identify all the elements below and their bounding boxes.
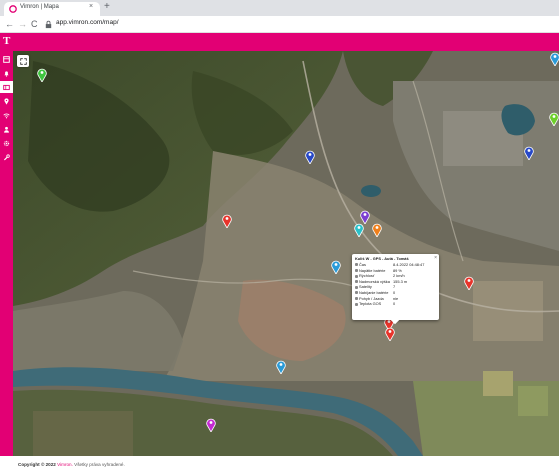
map-marker-pin[interactable]: [305, 150, 315, 164]
map-marker-pin[interactable]: [524, 146, 534, 160]
company-link[interactable]: Vimron.: [57, 462, 73, 467]
back-button[interactable]: ←: [5, 18, 14, 30]
map-marker-pin[interactable]: [550, 52, 559, 66]
vimron-favicon-icon: [9, 5, 17, 13]
wrench-icon: [4, 153, 10, 160]
bell-icon: [4, 70, 9, 77]
temperature-icon: [355, 302, 358, 306]
fullscreen-button[interactable]: [17, 55, 29, 67]
map-marker-pin[interactable]: [549, 112, 559, 126]
address-bar[interactable]: app.vimron.com/map/: [56, 19, 119, 26]
popup-row: Teplota GOS 0: [355, 301, 436, 307]
satellite-icon: [355, 285, 358, 289]
tab-close-icon[interactable]: ×: [89, 3, 93, 10]
popup-row-value: 0: [393, 301, 396, 307]
sidebar-item-tools[interactable]: [0, 151, 13, 163]
popup-row-label: Nadmorská výška: [359, 278, 390, 284]
map-marker-pin[interactable]: [360, 210, 370, 224]
sidebar-item-alerts[interactable]: [0, 67, 13, 79]
charging-icon: [355, 291, 358, 295]
sidebar-item-settings[interactable]: [0, 137, 13, 149]
device-info-popup: × Kuliš W - GPS - Autá - Tomáš Čas 8.4.20…: [352, 254, 439, 325]
browser-tab[interactable]: Vimron | Mapa ×: [4, 2, 100, 16]
map-marker-pin[interactable]: [372, 223, 382, 237]
sidebar-item-users[interactable]: [0, 123, 13, 135]
browser-tab-title: Vimron | Mapa: [20, 4, 59, 10]
person-icon: [4, 126, 9, 133]
map-marker-pin[interactable]: [385, 327, 395, 341]
telekom-logo[interactable]: T: [3, 35, 10, 47]
app-header: T: [0, 33, 559, 51]
copyright-text: Copyright © 2022: [18, 462, 56, 467]
map-icon: [3, 84, 10, 90]
battery-icon: [355, 269, 358, 273]
popup-row-label: Čas: [359, 262, 366, 267]
popup-row-label: Rýchlosť: [359, 273, 375, 279]
clock-icon: [355, 263, 358, 267]
map-marker-pin[interactable]: [206, 418, 216, 432]
satellite-map[interactable]: × Kuliš W - GPS - Autá - Tomáš Čas 8.4.20…: [13, 51, 559, 456]
sidebar-item-dashboard[interactable]: [0, 53, 13, 65]
motion-icon: [355, 297, 358, 301]
map-marker-pin[interactable]: [354, 223, 364, 237]
dashboard-icon: [3, 55, 10, 63]
sidebar-item-map[interactable]: [0, 81, 13, 93]
popup-close-icon[interactable]: ×: [434, 255, 437, 261]
reload-button[interactable]: C: [31, 18, 38, 30]
satellite-imagery: [13, 51, 559, 456]
gear-icon: [3, 140, 10, 146]
location-pin-icon: [4, 97, 9, 105]
rights-text: Všetky práva vyhradené.: [74, 462, 125, 467]
forward-button[interactable]: →: [18, 18, 27, 30]
browser-tab-strip: Vimron | Mapa × +: [0, 0, 559, 16]
popup-row-label: Teplota GOS: [359, 301, 382, 307]
popup-title: Kuliš W - GPS - Autá - Tomáš: [355, 256, 409, 261]
footer-text: Copyright © 2022 Vimron. Všetky práva vy…: [18, 462, 125, 467]
new-tab-button[interactable]: +: [104, 1, 110, 12]
altitude-icon: [355, 280, 358, 284]
popup-row-label: Satelity: [359, 284, 372, 290]
browser-toolbar: ← → C app.vimron.com/map/: [0, 16, 559, 33]
popup-row-label: Napätie batérie: [359, 267, 386, 273]
popup-row-label: Nabíjanie batérie: [359, 289, 389, 295]
sidebar: [0, 51, 13, 456]
map-marker-pin[interactable]: [37, 68, 47, 82]
popup-row-label: Pohyb / Jazda: [359, 295, 384, 301]
lock-icon: [45, 20, 52, 29]
map-marker-pin[interactable]: [276, 360, 286, 374]
expand-icon: [19, 57, 27, 65]
speed-icon: [355, 274, 358, 278]
wifi-icon: [3, 113, 10, 118]
footer: Copyright © 2022 Vimron. Všetky práva vy…: [0, 456, 559, 475]
map-marker-pin[interactable]: [331, 260, 341, 274]
map-marker-pin[interactable]: [222, 214, 232, 228]
map-marker-pin[interactable]: [464, 276, 474, 290]
sidebar-item-network[interactable]: [0, 109, 13, 121]
sidebar-item-locations[interactable]: [0, 95, 13, 107]
